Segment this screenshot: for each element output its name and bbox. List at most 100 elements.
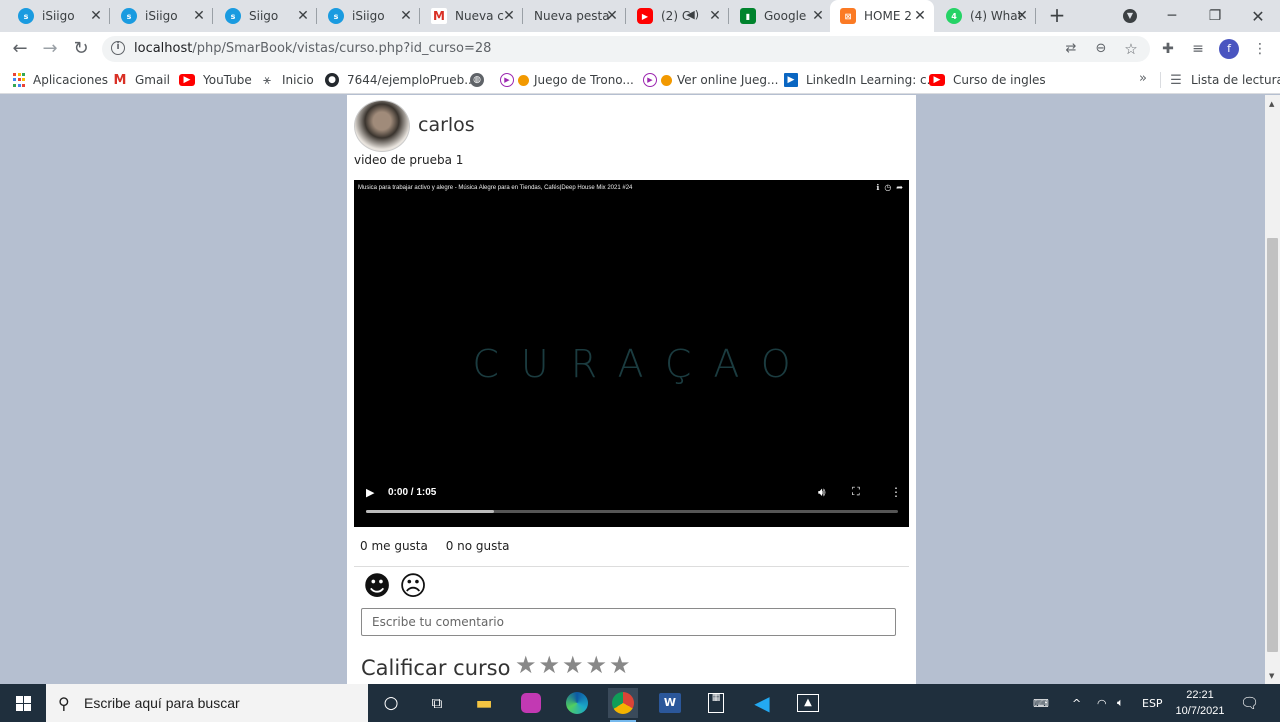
zoom-icon[interactable]: ⊖ — [1092, 40, 1110, 58]
bookmark-apps[interactable]: Aplicaciones — [13, 71, 108, 89]
fullscreen-icon[interactable]: ⛶ — [852, 485, 860, 499]
close-tab-icon[interactable]: ✕ — [810, 8, 826, 24]
close-tab-icon[interactable]: ✕ — [707, 8, 723, 24]
close-tab-icon[interactable]: ✕ — [604, 8, 620, 24]
browser-tab[interactable]: s Siigo ✕ — [207, 0, 317, 32]
course-card: carlos video de prueba 1 Musica para tra… — [347, 95, 916, 684]
new-tab-button[interactable]: + — [1045, 4, 1069, 28]
close-tab-icon[interactable]: ✕ — [398, 8, 414, 24]
page-scrollbar[interactable]: ▲ ▼ — [1265, 95, 1280, 684]
scrollbar-thumb[interactable] — [1267, 238, 1278, 652]
browser-tab-active[interactable]: ⊠ HOME 2 ✕ — [830, 0, 934, 32]
close-window-button[interactable]: ✕ — [1235, 0, 1280, 32]
calculator-icon[interactable]: ▦ — [701, 688, 731, 718]
author-avatar[interactable] — [354, 100, 410, 152]
star-icon[interactable]: ★ — [609, 651, 633, 679]
bookmark-juego-de-tronos[interactable]: ▶ Juego de Trono... — [500, 71, 634, 89]
browser-tab[interactable]: ▶ (2) C ◀) ✕ — [619, 0, 729, 32]
address-bar[interactable]: i localhost/php/SmarBook/vistas/curso.ph… — [102, 36, 1150, 62]
info-icon[interactable]: ℹ — [876, 183, 879, 192]
url-text[interactable]: localhost/php/SmarBook/vistas/curso.php?… — [134, 41, 491, 56]
browser-tab[interactable]: 4 (4) What ✕ — [936, 0, 1036, 32]
video-player[interactable]: Musica para trabajar activo y alegre - M… — [354, 180, 909, 527]
cortana-icon[interactable]: ○ — [376, 688, 406, 718]
app-icon[interactable] — [516, 688, 546, 718]
divider — [354, 566, 909, 567]
close-tab-icon[interactable]: ✕ — [191, 8, 207, 24]
star-icon[interactable]: ★ — [586, 651, 610, 679]
bookmark-globe[interactable]: ◍ — [470, 71, 492, 89]
photos-icon[interactable]: ▲ — [793, 688, 823, 718]
star-icon[interactable]: ★ — [562, 651, 586, 679]
tab-search-button[interactable]: ▼ — [1108, 0, 1152, 32]
taskbar-clock[interactable]: 22:21 10/7/2021 — [1168, 687, 1232, 719]
youtube-icon: ▶ — [179, 74, 195, 86]
browser-tab[interactable]: Nueva pesta ✕ — [516, 0, 626, 32]
browser-tab[interactable]: M Nueva c ✕ — [413, 0, 523, 32]
reload-button[interactable]: ↻ — [69, 37, 93, 61]
close-tab-icon[interactable]: ✕ — [295, 8, 311, 24]
comment-input[interactable] — [361, 608, 896, 636]
dislike-emoji-icon[interactable]: ☹ — [399, 572, 427, 602]
browser-tab[interactable]: ▮ Google ✕ — [722, 0, 832, 32]
site-info-icon[interactable]: i — [111, 41, 125, 55]
kebab-menu-icon[interactable]: ⋮ — [1250, 39, 1270, 59]
media-queue-icon[interactable]: ≡ — [1188, 39, 1208, 59]
seek-bar[interactable] — [366, 510, 898, 513]
bookmark-github[interactable]: ● 7644/ejemploPrueb... — [325, 71, 476, 89]
minimize-button[interactable]: ─ — [1149, 0, 1195, 32]
chevron-up-icon[interactable]: ^ — [1072, 684, 1086, 722]
star-icon[interactable]: ★ — [515, 651, 539, 679]
close-tab-icon[interactable]: ✕ — [88, 8, 104, 24]
wifi-icon[interactable]: ◠ — [1097, 684, 1111, 722]
close-tab-icon[interactable]: ✕ — [912, 8, 928, 24]
scroll-down-icon[interactable]: ▼ — [1269, 672, 1274, 680]
language-indicator[interactable]: ESP — [1142, 684, 1163, 722]
extensions-puzzle-icon[interactable]: ✚ — [1158, 39, 1178, 59]
audio-playing-icon[interactable]: ◀) — [686, 8, 699, 21]
reading-list-button[interactable]: ☰ Lista de lectura — [1169, 71, 1280, 89]
notifications-icon[interactable]: 🗨︎ — [1240, 684, 1260, 722]
bookmark-ver-online[interactable]: ▶ Ver online Jueg... — [643, 71, 778, 89]
more-options-icon[interactable]: ⋮ — [890, 485, 902, 499]
watch-later-icon[interactable]: ◷ — [884, 183, 891, 192]
bookmark-inicio[interactable]: ⚹ Inicio — [260, 71, 314, 89]
scroll-up-icon[interactable]: ▲ — [1269, 100, 1274, 108]
play-icon[interactable]: ▶ — [366, 486, 374, 499]
speaker-icon[interactable]: 🔈︎ — [1117, 684, 1135, 722]
vscode-icon[interactable]: ◀ — [747, 688, 777, 718]
touch-keyboard-icon[interactable]: ⌨ — [1033, 684, 1057, 722]
restore-button[interactable]: ❐ — [1192, 0, 1238, 32]
author-name[interactable]: carlos — [418, 114, 475, 136]
dislikes-count: 0 no gusta — [445, 539, 510, 553]
edge-icon[interactable] — [562, 688, 592, 718]
browser-tab[interactable]: s iSiigo ✕ — [0, 0, 110, 32]
close-tab-icon[interactable]: ✕ — [501, 8, 517, 24]
browser-tab[interactable]: s iSiigo ✕ — [310, 0, 420, 32]
bookmark-label: YouTube — [203, 73, 252, 87]
translate-icon[interactable]: ⇄ — [1062, 40, 1080, 58]
close-tab-icon[interactable]: ✕ — [1014, 8, 1030, 24]
back-button[interactable]: ← — [8, 37, 32, 61]
start-button[interactable] — [0, 684, 46, 722]
more-bookmarks-icon[interactable]: » — [1139, 71, 1147, 86]
medal-icon — [661, 74, 672, 86]
bookmark-linkedin-learning[interactable]: ▶ LinkedIn Learning: c... — [784, 71, 938, 89]
taskbar-search[interactable]: ⚲ Escribe aquí para buscar — [46, 684, 368, 722]
bookmark-gmail[interactable]: M Gmail — [113, 71, 170, 89]
bookmark-curso-ingles[interactable]: ▶ Curso de ingles — [929, 71, 1046, 89]
star-icon[interactable]: ★ — [539, 651, 563, 679]
bookmark-youtube[interactable]: ▶ YouTube — [179, 71, 252, 89]
like-emoji-icon[interactable]: ☻ — [363, 572, 391, 602]
forward-button[interactable]: → — [38, 37, 62, 61]
url-host: localhost — [134, 41, 193, 56]
bookmark-star-icon[interactable]: ☆ — [1122, 40, 1140, 58]
profile-avatar[interactable]: f — [1219, 39, 1239, 59]
word-icon[interactable]: W — [655, 688, 685, 718]
share-icon[interactable]: ➦ — [896, 183, 903, 192]
file-explorer-icon[interactable]: ▬ — [469, 688, 499, 718]
volume-icon[interactable]: 🔊︎ — [818, 485, 826, 500]
chrome-icon[interactable] — [608, 688, 638, 722]
task-view-icon[interactable]: ⧉ — [422, 688, 452, 718]
browser-tab[interactable]: s iSiigo ✕ — [103, 0, 213, 32]
